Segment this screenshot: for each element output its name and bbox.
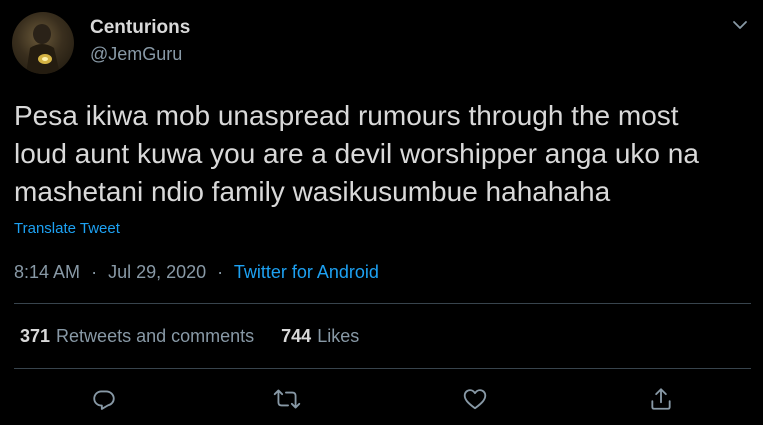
avatar-image — [26, 24, 60, 74]
tweet-meta: 8:14 AM · Jul 29, 2020 · Twitter for And… — [14, 262, 379, 283]
tweet-time[interactable]: 8:14 AM — [14, 262, 80, 282]
divider — [14, 368, 751, 369]
tweet-text: Pesa ikiwa mob unaspread rumours through… — [14, 97, 749, 211]
share-icon[interactable] — [646, 384, 676, 414]
retweet-icon[interactable] — [272, 384, 302, 414]
meta-separator: · — [217, 262, 224, 282]
likes-label: Likes — [317, 326, 360, 346]
tweet-source-link[interactable]: Twitter for Android — [234, 262, 379, 282]
chevron-down-icon[interactable] — [731, 18, 749, 32]
like-icon[interactable] — [460, 384, 490, 414]
retweets-stat[interactable]: 371 Retweets and comments — [20, 326, 254, 347]
divider — [14, 303, 751, 304]
tweet-date[interactable]: Jul 29, 2020 — [108, 262, 206, 282]
meta-separator: · — [91, 262, 98, 282]
tweet-card: Centurions @JemGuru Pesa ikiwa mob unasp… — [0, 0, 763, 425]
tweet-text-line: mashetani ndio family wasikusumbue hahah… — [14, 176, 611, 207]
tweet-text-line: loud aunt kuwa you are a devil worshippe… — [14, 138, 699, 169]
avatar[interactable] — [12, 12, 74, 74]
likes-count: 744 — [281, 326, 312, 346]
tweet-text-line: Pesa ikiwa mob unaspread rumours through… — [14, 100, 679, 131]
author-handle[interactable]: @JemGuru — [90, 44, 182, 65]
translate-tweet-link[interactable]: Translate Tweet — [14, 220, 120, 237]
tweet-stats: 371 Retweets and comments 744 Likes — [20, 326, 359, 347]
reply-icon[interactable] — [89, 384, 119, 414]
likes-stat[interactable]: 744 Likes — [281, 326, 359, 347]
retweets-label: Retweets and comments — [56, 326, 255, 346]
retweets-count: 371 — [20, 326, 51, 346]
author-display-name[interactable]: Centurions — [90, 17, 190, 39]
